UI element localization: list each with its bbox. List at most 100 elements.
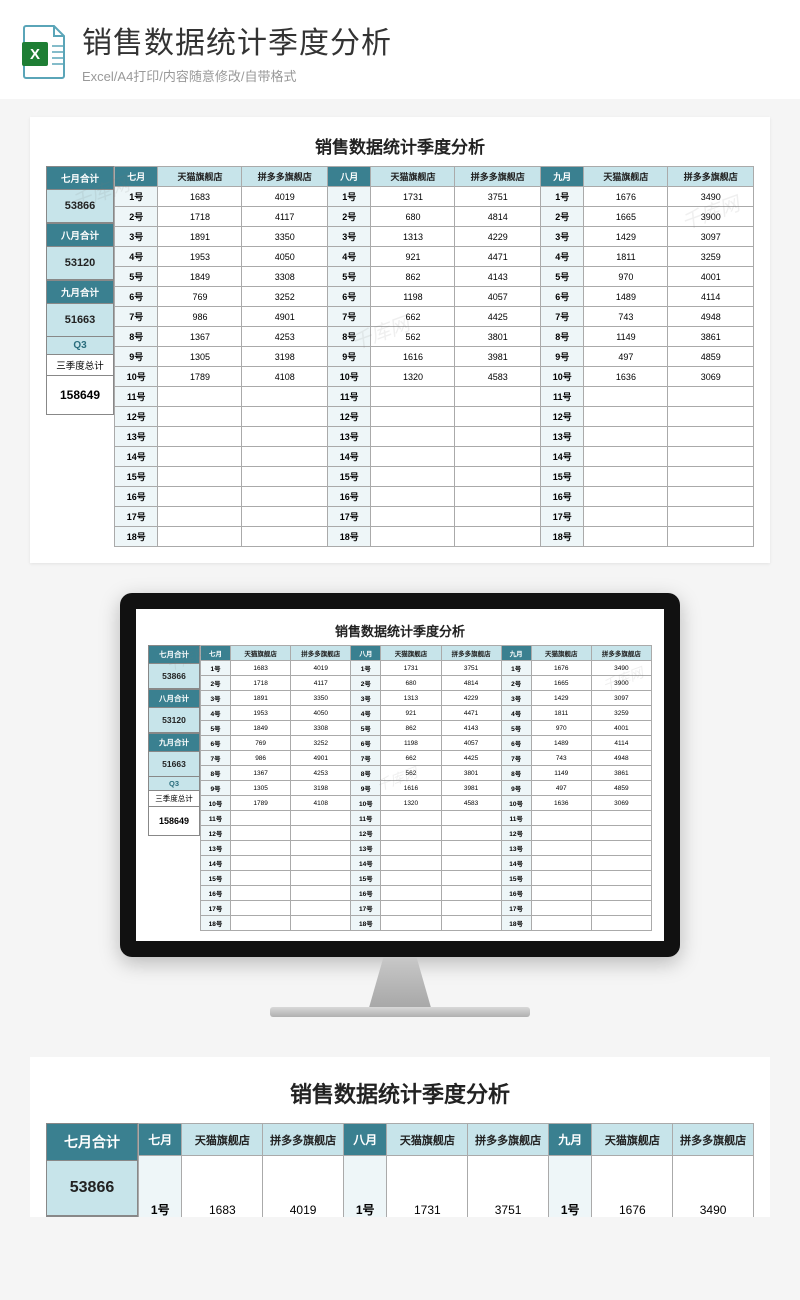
pdd-value[interactable]: 4019	[263, 1156, 344, 1218]
tmall-value[interactable]: 1789	[158, 367, 242, 387]
pdd-value[interactable]	[455, 467, 541, 487]
tmall-value[interactable]: 1149	[531, 766, 591, 781]
pdd-value[interactable]	[291, 826, 351, 841]
tmall-value[interactable]: 1683	[158, 187, 242, 207]
pdd-value[interactable]	[242, 387, 328, 407]
tmall-value[interactable]: 1636	[584, 367, 668, 387]
pdd-value[interactable]: 3252	[291, 736, 351, 751]
tmall-value[interactable]	[584, 527, 668, 547]
tmall-value[interactable]: 1429	[584, 227, 668, 247]
pdd-value[interactable]: 3490	[673, 1156, 754, 1218]
pdd-value[interactable]: 4229	[455, 227, 541, 247]
tmall-value[interactable]: 1683	[231, 661, 291, 676]
tmall-value[interactable]: 562	[381, 766, 441, 781]
tmall-value[interactable]: 1731	[387, 1156, 468, 1218]
tmall-value[interactable]: 769	[231, 736, 291, 751]
pdd-value[interactable]: 4948	[668, 307, 754, 327]
tmall-value[interactable]	[531, 916, 591, 931]
tmall-value[interactable]: 1305	[158, 347, 242, 367]
tmall-value[interactable]: 1665	[531, 676, 591, 691]
tmall-value[interactable]	[158, 527, 242, 547]
pdd-value[interactable]	[668, 527, 754, 547]
pdd-value[interactable]	[242, 527, 328, 547]
pdd-value[interactable]	[668, 427, 754, 447]
pdd-value[interactable]	[668, 407, 754, 427]
pdd-value[interactable]	[242, 427, 328, 447]
tmall-value[interactable]	[371, 447, 455, 467]
tmall-value[interactable]: 562	[371, 327, 455, 347]
tmall-value[interactable]: 1313	[381, 691, 441, 706]
tmall-value[interactable]	[158, 487, 242, 507]
tmall-value[interactable]	[158, 427, 242, 447]
pdd-value[interactable]	[591, 901, 651, 916]
pdd-value[interactable]: 3350	[242, 227, 328, 247]
pdd-value[interactable]	[591, 886, 651, 901]
tmall-value[interactable]	[531, 826, 591, 841]
tmall-value[interactable]	[371, 407, 455, 427]
tmall-value[interactable]: 1731	[371, 187, 455, 207]
tmall-value[interactable]: 680	[381, 676, 441, 691]
pdd-value[interactable]	[455, 447, 541, 467]
tmall-value[interactable]: 743	[531, 751, 591, 766]
pdd-value[interactable]: 3069	[668, 367, 754, 387]
tmall-value[interactable]	[584, 447, 668, 467]
pdd-value[interactable]: 3900	[591, 676, 651, 691]
pdd-value[interactable]: 4859	[668, 347, 754, 367]
tmall-value[interactable]: 1489	[531, 736, 591, 751]
tmall-value[interactable]: 1665	[584, 207, 668, 227]
tmall-value[interactable]: 743	[584, 307, 668, 327]
pdd-value[interactable]: 4057	[441, 736, 501, 751]
pdd-value[interactable]	[441, 886, 501, 901]
tmall-value[interactable]	[531, 901, 591, 916]
pdd-value[interactable]: 3350	[291, 691, 351, 706]
pdd-value[interactable]	[591, 811, 651, 826]
tmall-value[interactable]: 1676	[531, 661, 591, 676]
pdd-value[interactable]: 4001	[668, 267, 754, 287]
tmall-value[interactable]: 1676	[592, 1156, 673, 1218]
pdd-value[interactable]	[291, 811, 351, 826]
pdd-value[interactable]: 4001	[591, 721, 651, 736]
pdd-value[interactable]	[242, 487, 328, 507]
tmall-value[interactable]	[158, 507, 242, 527]
tmall-value[interactable]	[584, 487, 668, 507]
pdd-value[interactable]: 3900	[668, 207, 754, 227]
pdd-value[interactable]: 4114	[591, 736, 651, 751]
pdd-value[interactable]	[291, 901, 351, 916]
pdd-value[interactable]	[591, 856, 651, 871]
tmall-value[interactable]	[231, 916, 291, 931]
pdd-value[interactable]	[242, 467, 328, 487]
pdd-value[interactable]: 3259	[668, 247, 754, 267]
pdd-value[interactable]: 4859	[591, 781, 651, 796]
tmall-value[interactable]: 1198	[381, 736, 441, 751]
pdd-value[interactable]	[291, 871, 351, 886]
tmall-value[interactable]	[531, 886, 591, 901]
tmall-value[interactable]	[231, 841, 291, 856]
pdd-value[interactable]	[668, 507, 754, 527]
tmall-value[interactable]	[381, 841, 441, 856]
pdd-value[interactable]: 4050	[291, 706, 351, 721]
tmall-value[interactable]: 1320	[381, 796, 441, 811]
pdd-value[interactable]	[591, 826, 651, 841]
tmall-value[interactable]	[584, 427, 668, 447]
tmall-value[interactable]	[371, 387, 455, 407]
tmall-value[interactable]	[231, 826, 291, 841]
tmall-value[interactable]: 1636	[531, 796, 591, 811]
pdd-value[interactable]	[441, 841, 501, 856]
tmall-value[interactable]	[371, 427, 455, 447]
tmall-value[interactable]: 1616	[381, 781, 441, 796]
pdd-value[interactable]: 4114	[668, 287, 754, 307]
tmall-value[interactable]: 921	[371, 247, 455, 267]
pdd-value[interactable]: 4814	[455, 207, 541, 227]
pdd-value[interactable]: 4108	[291, 796, 351, 811]
pdd-value[interactable]	[591, 871, 651, 886]
tmall-value[interactable]: 662	[381, 751, 441, 766]
pdd-value[interactable]: 4143	[441, 721, 501, 736]
pdd-value[interactable]: 4583	[455, 367, 541, 387]
pdd-value[interactable]	[591, 841, 651, 856]
tmall-value[interactable]: 986	[158, 307, 242, 327]
pdd-value[interactable]	[242, 407, 328, 427]
tmall-value[interactable]: 1811	[584, 247, 668, 267]
pdd-value[interactable]	[668, 447, 754, 467]
tmall-value[interactable]: 1718	[231, 676, 291, 691]
tmall-value[interactable]: 1305	[231, 781, 291, 796]
